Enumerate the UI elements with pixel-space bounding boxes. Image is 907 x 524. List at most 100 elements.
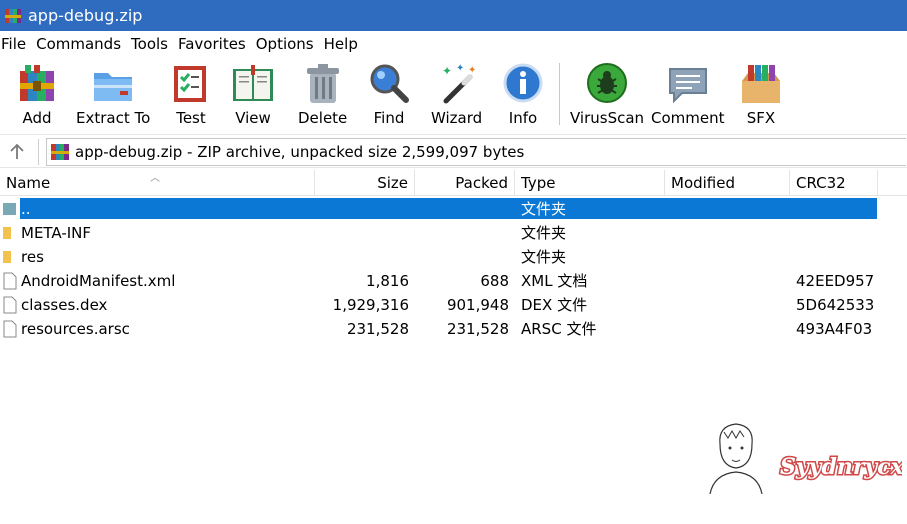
row-packed: 901,948: [446, 296, 509, 314]
row-packed: 231,528: [446, 320, 509, 338]
toolbar: Add Extract To Test View Delete Find ✦ ✦…: [0, 57, 907, 132]
row-name: res: [21, 248, 44, 266]
svg-text:✦: ✦: [456, 63, 464, 74]
row-size: 1,816: [366, 272, 409, 290]
virusscan-label: VirusScan: [570, 109, 645, 127]
table-row[interactable]: classes.dex 1,929,316 901,948 DEX 文件 5D6…: [0, 293, 907, 317]
file-rows: .. 文件夹 META-INF 文件夹 res 文件夹 AndroidManif…: [0, 197, 907, 341]
row-crc: 5D642533: [796, 296, 875, 314]
extract-to-button[interactable]: Extract To: [76, 61, 150, 127]
view-label: View: [235, 109, 271, 127]
column-header-size[interactable]: Size: [315, 170, 415, 196]
sfx-box-icon: [742, 65, 780, 103]
menu-bar: File Commands Tools Favorites Options He…: [0, 31, 907, 57]
row-packed: [415, 221, 515, 245]
row-crc: [790, 221, 880, 245]
comment-label: Comment: [651, 109, 725, 127]
bug-scan-icon: [587, 63, 628, 103]
row-size: [315, 221, 415, 245]
view-button[interactable]: View: [230, 61, 276, 127]
table-row[interactable]: AndroidManifest.xml 1,816 688 XML 文档 42E…: [0, 269, 907, 293]
info-button[interactable]: Info: [500, 61, 546, 127]
svg-text:✦: ✦: [468, 65, 476, 76]
row-type: DEX 文件: [521, 296, 588, 314]
wizard-button[interactable]: ✦ ✦ ✦ Wizard: [431, 61, 482, 127]
sfx-label: SFX: [746, 109, 776, 127]
row-crc: [790, 245, 880, 269]
row-name-cell: resources.arsc: [0, 317, 315, 341]
row-type: ARSC 文件: [521, 320, 597, 338]
book-view-icon: [233, 65, 273, 101]
row-type: XML 文档: [521, 272, 588, 290]
svg-text:✦: ✦: [442, 64, 452, 78]
column-header-packed[interactable]: Packed: [415, 170, 515, 196]
sfx-button[interactable]: SFX: [738, 61, 784, 127]
address-text: app-debug.zip - ZIP archive, unpacked si…: [75, 143, 525, 161]
test-button[interactable]: Test: [168, 61, 214, 127]
row-size: 1,929,316: [332, 296, 409, 314]
title-bar: app-debug.zip: [0, 0, 907, 31]
menu-help[interactable]: Help: [320, 32, 364, 56]
sort-arrow-icon: ︿: [150, 173, 160, 184]
add-label: Add: [22, 109, 52, 127]
add-archive-icon: [20, 65, 54, 101]
column-header-name[interactable]: Name ︿: [0, 170, 315, 196]
table-row[interactable]: resources.arsc 231,528 231,528 ARSC 文件 4…: [0, 317, 907, 341]
menu-commands[interactable]: Commands: [32, 32, 127, 56]
row-crc: 493A4F03: [796, 320, 873, 338]
address-separator: [38, 139, 39, 165]
find-button[interactable]: Find: [366, 61, 412, 127]
row-packed: [415, 197, 515, 221]
comment-button[interactable]: Comment: [651, 61, 725, 127]
trash-can-icon: [306, 64, 339, 103]
column-name-label: Name: [6, 174, 51, 192]
row-crc: [790, 197, 880, 221]
row-modified: [665, 245, 790, 269]
up-arrow-icon[interactable]: [6, 141, 28, 163]
window-title: app-debug.zip: [28, 6, 143, 25]
folder-icon: [3, 251, 11, 263]
row-name-cell: res: [0, 245, 315, 269]
table-row[interactable]: res 文件夹: [0, 245, 907, 269]
menu-options[interactable]: Options: [252, 32, 320, 56]
archive-icon: [51, 144, 69, 160]
magnifier-icon: [370, 64, 409, 103]
avatar-sketch-image: [709, 423, 763, 494]
delete-button[interactable]: Delete: [298, 61, 347, 127]
watermark-signature: Syydnrycx: [779, 453, 903, 482]
wizard-label: Wizard: [431, 109, 483, 127]
column-header-type[interactable]: Type: [515, 170, 665, 196]
menu-favorites[interactable]: Favorites: [174, 32, 252, 56]
row-name-cell: META-INF: [0, 221, 315, 245]
address-field[interactable]: app-debug.zip - ZIP archive, unpacked si…: [46, 138, 906, 166]
toolbar-separator: [559, 63, 560, 125]
info-label: Info: [508, 109, 538, 127]
row-name-cell: ..: [0, 197, 315, 221]
menu-tools[interactable]: Tools: [127, 32, 174, 56]
row-name-cell: classes.dex: [0, 293, 315, 317]
row-name-cell: AndroidManifest.xml: [0, 269, 315, 293]
row-name: META-INF: [21, 224, 92, 242]
info-circle-icon: [503, 63, 543, 103]
delete-label: Delete: [298, 109, 348, 127]
virusscan-button[interactable]: VirusScan: [570, 61, 644, 127]
menu-file[interactable]: File: [0, 32, 32, 56]
column-header-row: Name ︿ Size Packed Type Modified CRC32: [0, 170, 907, 196]
table-row[interactable]: .. 文件夹: [0, 197, 907, 221]
row-modified: [665, 269, 790, 293]
column-header-modified[interactable]: Modified: [665, 170, 790, 196]
row-type: 文件夹: [521, 248, 567, 266]
row-size: 231,528: [346, 320, 409, 338]
row-size: [315, 245, 415, 269]
row-modified: [665, 317, 790, 341]
row-modified: [665, 293, 790, 317]
test-label: Test: [176, 109, 206, 127]
column-header-crc32[interactable]: CRC32: [790, 170, 878, 196]
add-button[interactable]: Add: [14, 61, 60, 127]
row-packed: 688: [480, 272, 509, 290]
table-row[interactable]: META-INF 文件夹: [0, 221, 907, 245]
parent-folder-icon: [3, 203, 16, 215]
file-icon: [3, 296, 17, 314]
row-name: resources.arsc: [21, 320, 130, 338]
file-icon: [3, 320, 17, 338]
